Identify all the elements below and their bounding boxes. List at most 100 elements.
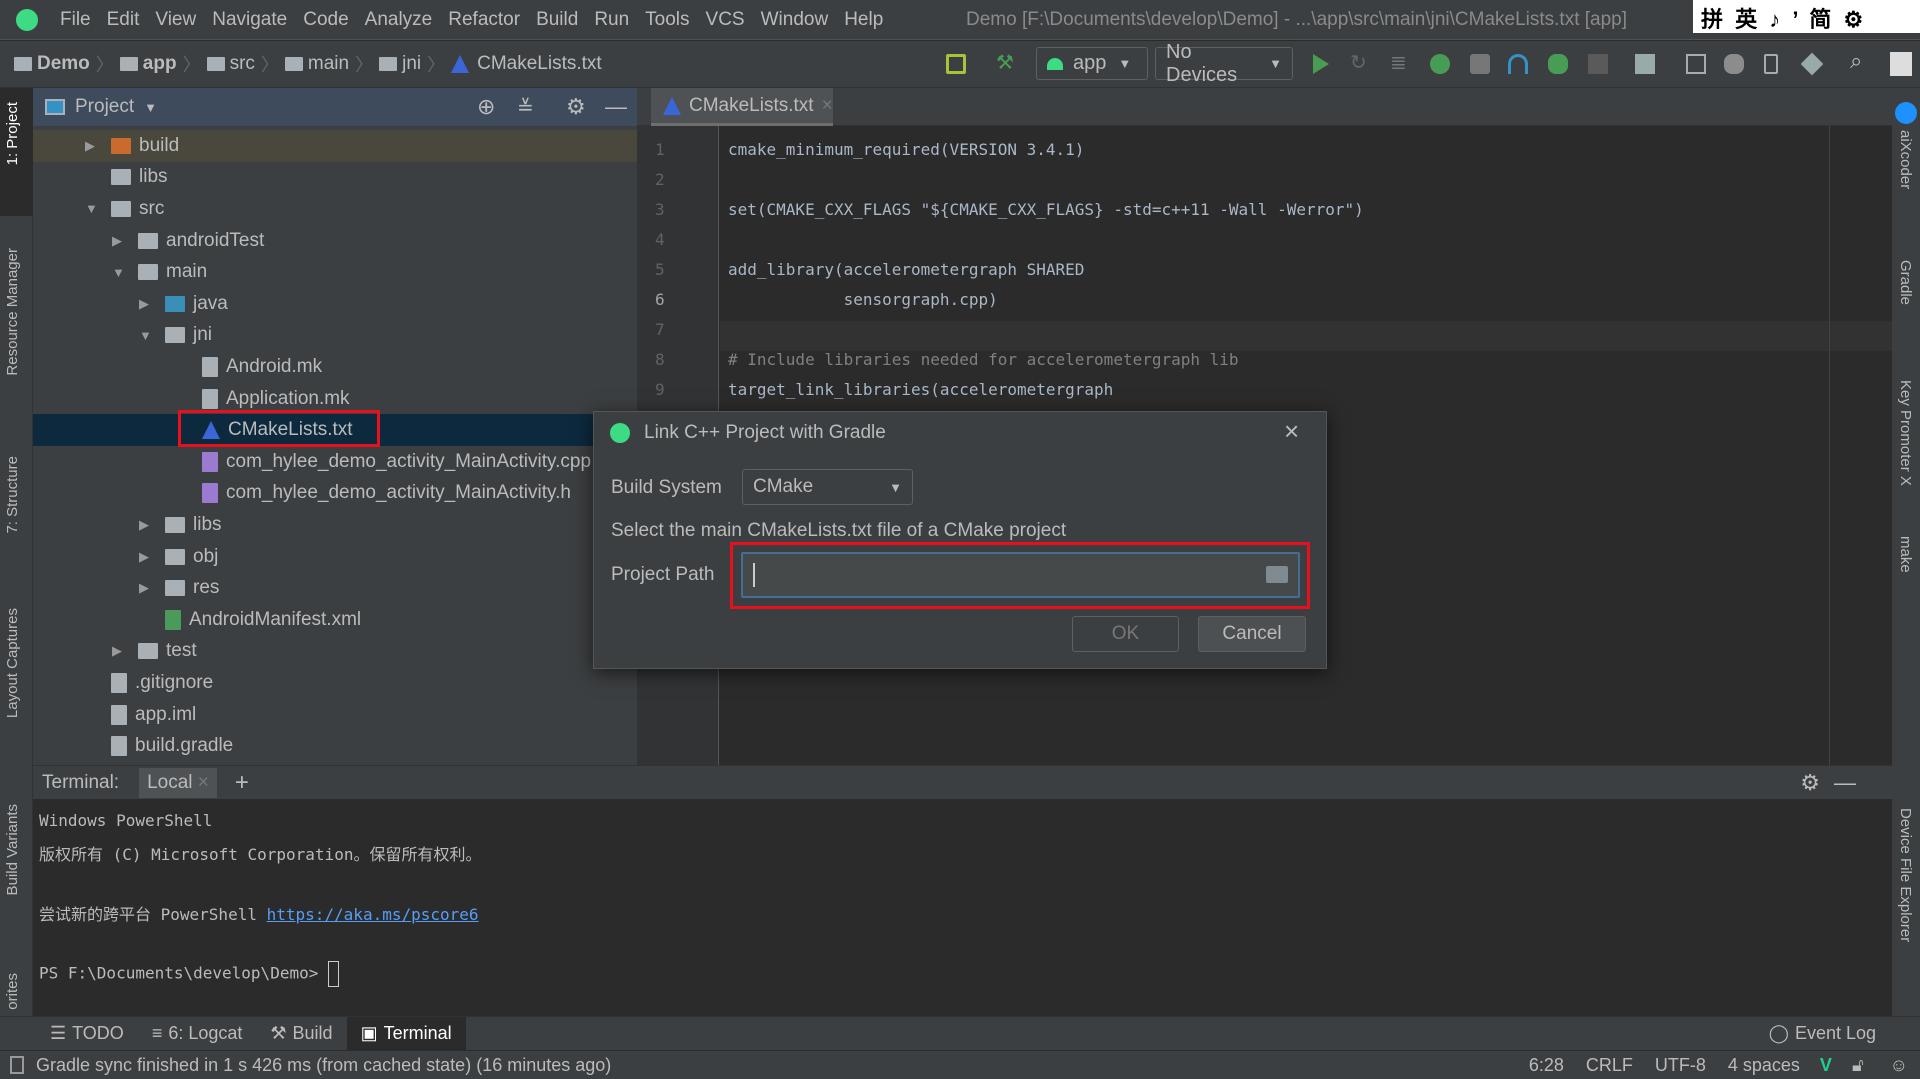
terminal-tab-local[interactable]: Local × bbox=[139, 767, 217, 798]
device-select[interactable]: No Devices ▼ bbox=[1155, 41, 1293, 86]
locate-icon[interactable]: ⊕ bbox=[477, 94, 495, 120]
tool-tab-project[interactable]: 1: Project bbox=[4, 102, 21, 165]
coverage-icon[interactable] bbox=[1470, 54, 1490, 74]
tool-tab-aixcoder[interactable]: aiXcoder bbox=[1897, 130, 1914, 189]
chevron-right-icon[interactable]: ▶ bbox=[139, 296, 153, 312]
avatar[interactable] bbox=[1890, 52, 1912, 76]
menu-code[interactable]: Code bbox=[303, 9, 348, 31]
chevron-right-icon[interactable]: ▶ bbox=[139, 580, 153, 596]
tree-item[interactable]: ▶ libs bbox=[33, 509, 637, 541]
breadcrumb-item[interactable]: CMakeLists.txt bbox=[451, 53, 602, 75]
breadcrumb-item[interactable]: main bbox=[284, 53, 349, 75]
tree-item[interactable]: com_hylee_demo_activity_MainActivity.cpp bbox=[33, 446, 637, 478]
tab-cmakelists[interactable]: CMakeLists.txt × bbox=[651, 88, 833, 126]
tree-item[interactable]: ▶ androidTest bbox=[33, 225, 637, 257]
tree-item[interactable]: libs bbox=[33, 162, 637, 194]
search-icon[interactable]: ⌕ bbox=[1850, 48, 1870, 73]
build-system-select[interactable]: CMake ▼ bbox=[742, 469, 913, 505]
attach-debugger-icon[interactable] bbox=[1548, 54, 1568, 74]
tool-tab-key-promoter[interactable]: Key Promoter X bbox=[1897, 380, 1914, 486]
breadcrumb-item[interactable]: Demo bbox=[14, 53, 90, 75]
tree-item[interactable]: ▶ obj bbox=[33, 541, 637, 573]
vim-icon[interactable]: V bbox=[1820, 1055, 1832, 1076]
tool-tab-build-variants[interactable]: Build Variants bbox=[4, 804, 21, 895]
menu-run[interactable]: Run bbox=[594, 9, 629, 31]
tool-tab-resource-manager[interactable]: Resource Manager bbox=[4, 248, 21, 376]
apply-changes-icon[interactable]: ↻ bbox=[1350, 50, 1370, 74]
menu-tools[interactable]: Tools bbox=[645, 9, 689, 31]
terminal-link[interactable]: https://aka.ms/pscore6 bbox=[267, 905, 479, 924]
gear-icon[interactable]: ⚙ bbox=[566, 94, 586, 120]
tool-tab-structure[interactable]: 7: Structure bbox=[4, 456, 21, 534]
event-log-button[interactable]: ◯ Event Log bbox=[1755, 1017, 1890, 1051]
chevron-down-icon[interactable]: ▼ bbox=[112, 265, 126, 280]
cancel-button[interactable]: Cancel bbox=[1198, 616, 1306, 652]
menu-help[interactable]: Help bbox=[844, 9, 883, 31]
chevron-right-icon[interactable]: ▶ bbox=[112, 643, 126, 659]
stop-icon[interactable] bbox=[1588, 54, 1608, 74]
menu-analyze[interactable]: Analyze bbox=[365, 9, 433, 31]
tree-item[interactable]: .gitignore bbox=[33, 667, 637, 699]
minimize-icon[interactable]: — bbox=[605, 94, 627, 120]
tool-tab-layout-captures[interactable]: Layout Captures bbox=[4, 608, 21, 718]
new-terminal-icon[interactable]: + bbox=[235, 769, 249, 797]
chevron-down-icon[interactable]: ▼ bbox=[144, 100, 157, 115]
avd-manager-icon[interactable] bbox=[1764, 54, 1778, 74]
menu-window[interactable]: Window bbox=[761, 9, 829, 31]
menu-refactor[interactable]: Refactor bbox=[448, 9, 520, 31]
tree-item[interactable]: Android.mk bbox=[33, 351, 637, 383]
close-icon[interactable]: × bbox=[198, 772, 209, 793]
chevron-right-icon[interactable]: ▶ bbox=[112, 233, 126, 249]
terminal-window-icon[interactable] bbox=[1686, 54, 1706, 74]
folder-browse-icon[interactable] bbox=[1266, 566, 1288, 583]
tool-tab-device-file-explorer[interactable]: Device File Explorer bbox=[1897, 808, 1914, 942]
tree-item[interactable]: ▶ test bbox=[33, 636, 637, 668]
lock-icon[interactable]: 🔓︎ bbox=[1852, 1055, 1864, 1076]
chevron-right-icon[interactable]: ▶ bbox=[139, 517, 153, 533]
cast-icon[interactable] bbox=[946, 54, 966, 74]
project-path-input[interactable] bbox=[741, 552, 1300, 598]
menu-file[interactable]: File bbox=[60, 9, 91, 31]
breadcrumb-item[interactable]: jni bbox=[379, 53, 421, 75]
profile-icon[interactable] bbox=[1508, 54, 1528, 74]
toggle-tool-windows-icon[interactable] bbox=[10, 1056, 24, 1074]
chevron-down-icon[interactable]: ▼ bbox=[85, 201, 99, 216]
line-separator[interactable]: CRLF bbox=[1586, 1055, 1633, 1076]
apply-code-changes-icon[interactable]: ≣ bbox=[1390, 50, 1410, 74]
tool-tab-logcat[interactable]: ≡ 6: Logcat bbox=[138, 1017, 257, 1051]
tree-item[interactable]: app.iml bbox=[33, 699, 637, 731]
close-icon[interactable]: × bbox=[822, 95, 833, 117]
tool-tab-make[interactable]: make bbox=[1897, 536, 1914, 573]
tree-item[interactable]: build.gradle bbox=[33, 730, 637, 762]
tool-tab-todo[interactable]: ☰ TODO bbox=[36, 1017, 138, 1051]
menu-build[interactable]: Build bbox=[536, 9, 578, 31]
file-encoding[interactable]: UTF-8 bbox=[1655, 1055, 1706, 1076]
tool-tab-gradle[interactable]: Gradle bbox=[1897, 260, 1914, 305]
debug-icon[interactable] bbox=[1430, 54, 1450, 74]
gear-icon[interactable]: ⚙ bbox=[1800, 770, 1820, 796]
build-hammer-icon[interactable]: ⚒ bbox=[996, 50, 1016, 74]
project-structure-icon[interactable] bbox=[1635, 54, 1655, 74]
run-icon[interactable] bbox=[1313, 54, 1329, 74]
tree-item[interactable]: ▼ jni bbox=[33, 320, 637, 352]
indent-setting[interactable]: 4 spaces bbox=[1728, 1055, 1800, 1076]
tree-item[interactable]: ▶ build bbox=[33, 130, 637, 162]
tree-item[interactable]: ▶ res bbox=[33, 572, 637, 604]
breadcrumb-item[interactable]: src bbox=[206, 53, 255, 75]
tree-item[interactable]: ▼ src bbox=[33, 193, 637, 225]
caret-position[interactable]: 6:28 bbox=[1529, 1055, 1564, 1076]
breadcrumb-item[interactable]: app bbox=[119, 53, 177, 75]
tree-item[interactable]: ▶ java bbox=[33, 288, 637, 320]
status-message[interactable]: Gradle sync finished in 1 s 426 ms (from… bbox=[36, 1055, 611, 1076]
ime-toolbar[interactable]: 拼 英 ♪ ’ 简 ⚙ bbox=[1693, 0, 1920, 33]
gradle-sync-icon[interactable] bbox=[1724, 54, 1744, 74]
tree-item[interactable]: ▼ main bbox=[33, 256, 637, 288]
hector-icon[interactable]: ☺ bbox=[1890, 1055, 1908, 1076]
close-icon[interactable]: × bbox=[1284, 416, 1299, 447]
menu-edit[interactable]: Edit bbox=[107, 9, 140, 31]
project-view-select[interactable]: Project bbox=[75, 96, 134, 118]
run-config-select[interactable]: app ▼ bbox=[1036, 47, 1148, 80]
tool-tab-terminal[interactable]: ▣ Terminal bbox=[346, 1016, 466, 1051]
tree-item[interactable]: com_hylee_demo_activity_MainActivity.h bbox=[33, 478, 637, 510]
menu-navigate[interactable]: Navigate bbox=[212, 9, 287, 31]
